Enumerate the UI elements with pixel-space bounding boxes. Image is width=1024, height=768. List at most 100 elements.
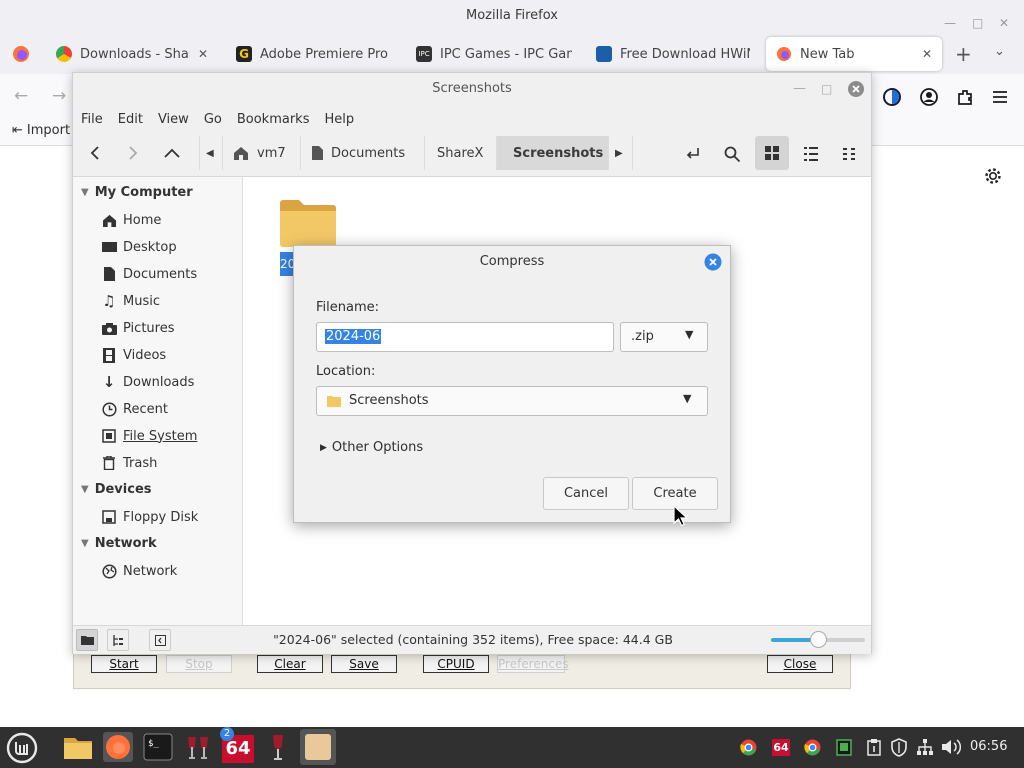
sidebar-item-music[interactable]: ♫ Music — [101, 292, 160, 310]
globe-icon — [101, 563, 117, 579]
breadcrumb-documents[interactable]: Documents — [301, 136, 425, 170]
zoom-slider[interactable] — [771, 631, 865, 648]
sidebar-item-recent[interactable]: Recent — [101, 401, 168, 417]
tray-chrome-icon-2[interactable] — [804, 739, 821, 756]
tray-chrome-icon[interactable] — [740, 739, 757, 756]
cpuid-button[interactable]: CPUID — [423, 655, 489, 673]
menu-file[interactable]: File — [81, 112, 103, 127]
breadcrumb-vm7[interactable]: vm7 — [223, 136, 301, 170]
sidebar-item-trash[interactable]: Trash — [101, 455, 157, 471]
close-icon[interactable] — [847, 80, 865, 98]
desktop-icon — [101, 239, 117, 255]
location-select[interactable]: Screenshots ▼ — [316, 386, 708, 416]
taskbar-terminal-icon[interactable]: $_ — [142, 731, 174, 763]
sidebar-item-floppy-disk[interactable]: Floppy Disk — [101, 509, 198, 525]
sidebar-item-label: Desktop — [123, 239, 177, 255]
tab-downloads-sharex[interactable]: Downloads - ShareX ✕ — [46, 37, 218, 71]
zoom-slider-handle[interactable] — [810, 631, 827, 648]
tray-shield-icon[interactable] — [890, 738, 908, 757]
close-icon[interactable] — [704, 253, 722, 271]
sidebar-item-home[interactable]: Home — [101, 212, 161, 228]
taskbar-wine-icon[interactable] — [182, 731, 214, 763]
tray-network-icon[interactable] — [916, 738, 934, 756]
taskbar-wine-glass-icon[interactable] — [262, 731, 294, 763]
sidebar-item-label: Videos — [123, 347, 167, 363]
back-arrow-icon[interactable]: ← — [14, 86, 28, 106]
sidebar-item-pictures[interactable]: Pictures — [101, 320, 174, 336]
minimize-icon[interactable]: — — [793, 73, 806, 105]
taskbar-files-icon[interactable] — [62, 731, 94, 763]
menu-edit[interactable]: Edit — [118, 112, 143, 127]
show-treeview-button[interactable] — [107, 629, 129, 651]
back-chevron-icon[interactable] — [87, 145, 103, 161]
tray-volume-icon[interactable] — [941, 738, 961, 756]
breadcrumb-screenshots[interactable]: Screenshots — [497, 136, 609, 170]
up-chevron-icon[interactable] — [163, 145, 181, 161]
import-bookmarks-item[interactable]: ⇤ Import — [12, 123, 70, 138]
icon-view-button[interactable] — [755, 136, 789, 170]
hide-sidebar-button[interactable] — [149, 629, 171, 651]
clear-button[interactable]: Clear — [257, 655, 323, 673]
extension-select[interactable]: .zip ▼ — [620, 322, 708, 352]
music-note-icon: ♫ — [102, 292, 116, 310]
sidebar-item-desktop[interactable]: Desktop — [101, 239, 177, 255]
breadcrumb-sharex[interactable]: ShareX — [425, 136, 497, 170]
tab-hwinfo[interactable]: Free Download HWiNFO — [586, 37, 760, 71]
forward-chevron-icon[interactable] — [125, 145, 141, 161]
tab-new-tab[interactable]: New Tab ✕ — [766, 37, 942, 71]
sidebar-item-videos[interactable]: Videos — [101, 347, 166, 363]
folder-item[interactable]: 2024-06 — [278, 197, 338, 276]
firefox-titlebar: Mozilla Firefox — □ ✕ — [0, 0, 1024, 34]
gear-icon[interactable] — [983, 166, 1003, 186]
cancel-button[interactable]: Cancel — [543, 477, 629, 510]
clock[interactable]: 06:56 — [970, 739, 1007, 754]
list-tabs-chevron-icon[interactable]: ⌄ — [994, 44, 1005, 59]
taskbar: $_ 64 2 64 06:56 — [0, 727, 1024, 768]
taskbar-firefox-icon[interactable] — [102, 731, 134, 763]
sidebar-item-network[interactable]: Network — [101, 563, 177, 579]
firefox-view-button[interactable] — [2, 37, 42, 71]
privacy-shield-icon[interactable] — [882, 87, 902, 107]
tray-cpu-app-icon[interactable]: 64 — [772, 739, 790, 756]
sidebar-item-downloads[interactable]: ↓ Downloads — [101, 373, 195, 391]
extensions-puzzle-icon[interactable] — [955, 87, 975, 107]
sidebar-heading-my-computer[interactable]: ▼ My Computer — [81, 185, 193, 200]
tab-ipc-games[interactable]: IPC IPC Games - IPC Games — [406, 37, 582, 71]
breadcrumb-scroll-left[interactable]: ◀ — [199, 136, 223, 170]
menu-go[interactable]: Go — [204, 112, 222, 127]
sidebar-item-documents[interactable]: Documents — [101, 266, 197, 282]
show-places-button[interactable] — [76, 629, 98, 651]
list-view-icon[interactable] — [803, 146, 819, 162]
folder-small-icon — [81, 636, 94, 645]
search-icon[interactable] — [723, 145, 741, 163]
taskbar-cpu-app-icon[interactable]: 64 2 — [220, 727, 254, 763]
compact-view-icon[interactable] — [841, 146, 857, 162]
tray-monitor-icon[interactable] — [836, 739, 852, 756]
sidebar-heading-network[interactable]: ▼ Network — [81, 536, 157, 551]
close-button[interactable]: Close — [767, 655, 833, 673]
hamburger-menu-icon[interactable] — [991, 88, 1009, 106]
toggle-location-entry-icon[interactable] — [684, 145, 702, 163]
forward-arrow-icon[interactable]: → — [52, 86, 66, 106]
account-icon[interactable] — [919, 87, 939, 107]
save-button[interactable]: Save — [331, 655, 397, 673]
breadcrumb-scroll-right[interactable]: ▶ — [609, 136, 633, 170]
tab-close-icon[interactable]: ✕ — [198, 47, 208, 61]
tray-clipboard-icon[interactable] — [866, 739, 882, 756]
taskbar-active-window[interactable] — [300, 729, 336, 765]
menu-bookmarks[interactable]: Bookmarks — [237, 112, 310, 127]
maximize-icon[interactable]: □ — [821, 73, 832, 105]
menu-help[interactable]: Help — [324, 112, 354, 127]
tab-close-icon[interactable]: ✕ — [922, 47, 932, 61]
new-tab-plus-icon[interactable]: + — [955, 42, 972, 66]
sidebar-item-file-system[interactable]: File System — [101, 428, 197, 444]
tab-adobe-premiere[interactable]: G Adobe Premiere Pro — [226, 37, 404, 71]
folder-icon — [280, 200, 336, 247]
other-options-expander[interactable]: ▶ Other Options — [320, 440, 423, 455]
sidebar-heading-devices[interactable]: ▼ Devices — [81, 482, 152, 497]
start-button[interactable]: Start — [91, 655, 157, 673]
mint-menu-icon[interactable] — [6, 732, 38, 764]
menu-view[interactable]: View — [158, 112, 189, 127]
filename-field[interactable]: 2024-06 — [316, 322, 614, 352]
expander-down-icon: ▼ — [81, 187, 89, 198]
